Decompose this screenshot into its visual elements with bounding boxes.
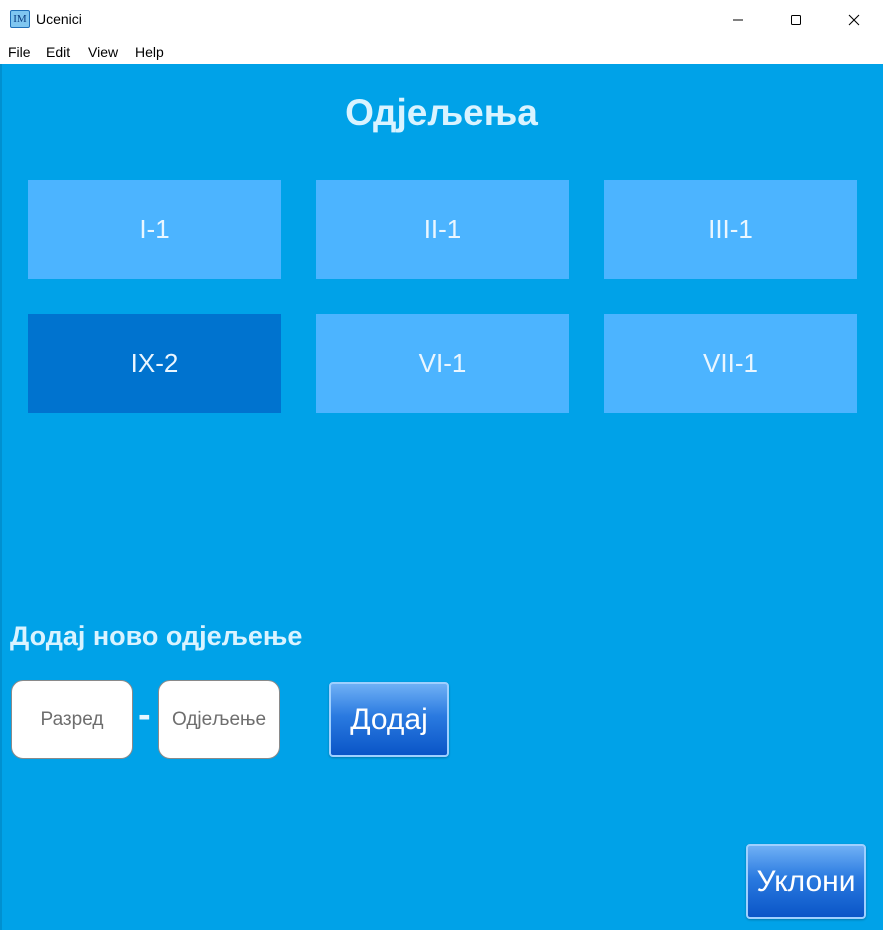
add-section-title: Додај ново одјељење <box>10 621 303 651</box>
remove-button-label: Уклони <box>756 864 856 898</box>
class-tile[interactable]: II-1 <box>316 180 569 279</box>
page-title: Одјељења <box>345 92 538 133</box>
class-tile[interactable]: VI-1 <box>316 314 569 413</box>
menu-file[interactable]: File <box>8 44 31 60</box>
add-button[interactable]: Додај <box>329 682 449 757</box>
class-tile-label: I-1 <box>139 214 170 244</box>
maximize-icon <box>791 15 801 25</box>
minimize-icon <box>733 19 743 21</box>
menu-view[interactable]: View <box>88 44 118 60</box>
grade-input[interactable] <box>11 680 133 759</box>
menu-edit[interactable]: Edit <box>46 44 70 60</box>
class-tile-label: IX-2 <box>130 348 179 378</box>
class-tile[interactable]: I-1 <box>28 180 281 279</box>
separator-dash: - <box>138 694 151 736</box>
add-button-label: Додај <box>350 702 428 736</box>
app-icon: IM <box>10 10 30 28</box>
remove-button[interactable]: Уклони <box>746 844 866 919</box>
app-window: IM Ucenici File Edit View Help Одјељења … <box>0 0 883 930</box>
class-tile[interactable]: VII-1 <box>604 314 857 413</box>
close-icon <box>848 14 860 26</box>
window-title: Ucenici <box>36 11 82 27</box>
menu-bar: File Edit View Help <box>0 40 883 64</box>
minimize-button[interactable] <box>709 0 767 40</box>
title-bar[interactable]: IM Ucenici <box>0 0 883 40</box>
class-tile-label: III-1 <box>708 214 753 244</box>
class-tile-label: II-1 <box>423 214 462 244</box>
class-tile[interactable]: IX-2 <box>28 314 281 413</box>
section-input[interactable] <box>158 680 280 759</box>
window-border <box>0 64 2 930</box>
class-tile-label: VI-1 <box>418 348 467 378</box>
menu-help[interactable]: Help <box>135 44 164 60</box>
class-tile-label: VII-1 <box>703 348 758 378</box>
close-button[interactable] <box>825 0 883 40</box>
class-tile[interactable]: III-1 <box>604 180 857 279</box>
maximize-button[interactable] <box>767 0 825 40</box>
